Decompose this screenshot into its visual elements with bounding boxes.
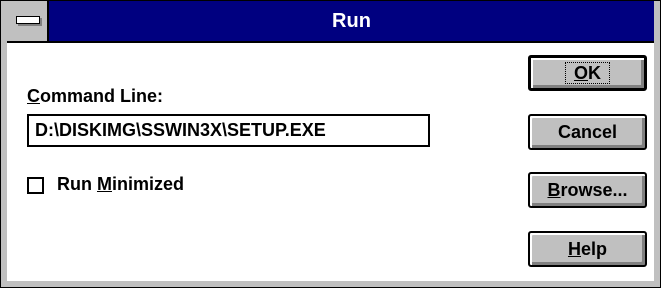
- ok-button-hotkey: O: [573, 63, 588, 83]
- cancel-button[interactable]: Cancel: [528, 114, 647, 150]
- system-menu-bar-icon: [16, 16, 40, 24]
- window-title: Run: [332, 10, 371, 32]
- run-minimized-label-text: inimized: [112, 174, 185, 194]
- command-line-label-hotkey: C: [27, 86, 40, 106]
- run-minimized-checkbox[interactable]: [27, 177, 44, 194]
- title-bar[interactable]: Run: [7, 1, 654, 43]
- ok-button-label: K: [588, 63, 601, 83]
- ok-button[interactable]: OK: [528, 55, 647, 91]
- command-line-input[interactable]: D:\DISKIMG\SSWIN3X\SETUP.EXE: [27, 114, 430, 147]
- run-minimized-label-prefix: Run: [57, 174, 97, 194]
- help-button[interactable]: Help: [528, 231, 647, 267]
- run-minimized-label[interactable]: Run Minimized: [57, 174, 184, 195]
- run-dialog: Run Command Line: D:\DISKIMG\SSWIN3X\SET…: [0, 0, 661, 288]
- dialog-client-area: Command Line: D:\DISKIMG\SSWIN3X\SETUP.E…: [7, 43, 654, 281]
- browse-button-label: rowse...: [560, 180, 628, 200]
- run-minimized-label-hotkey: M: [97, 174, 112, 194]
- system-menu-button[interactable]: [7, 1, 49, 41]
- help-button-label: elp: [580, 239, 607, 259]
- help-button-hotkey: H: [567, 239, 581, 259]
- command-line-label: Command Line:: [27, 86, 163, 107]
- ok-button-focus-rect: OK: [564, 62, 611, 84]
- command-line-label-text: ommand Line:: [40, 86, 164, 106]
- browse-button[interactable]: Browse...: [528, 172, 647, 208]
- browse-button-hotkey: B: [547, 180, 561, 200]
